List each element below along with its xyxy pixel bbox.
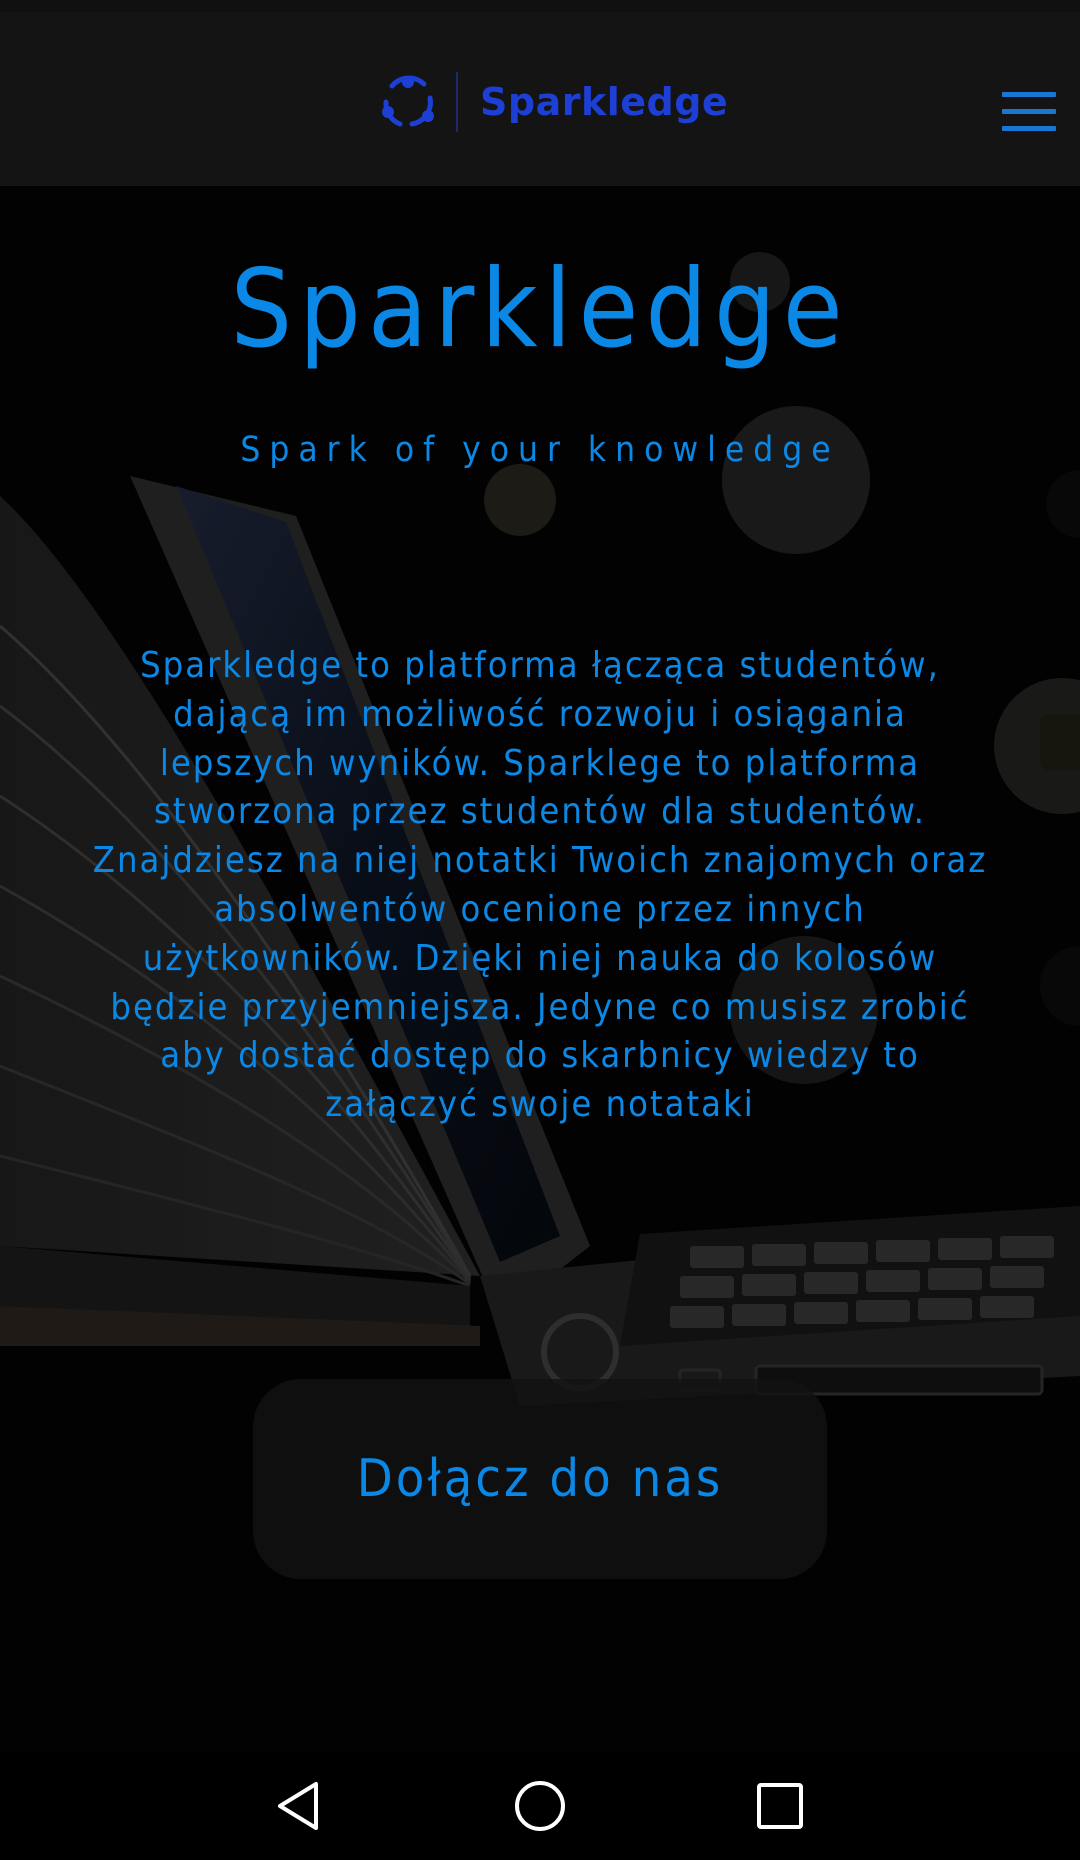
system-navigation-bar bbox=[0, 1752, 1080, 1860]
join-us-button[interactable]: Dołącz do nas bbox=[253, 1379, 827, 1579]
hero-section: Sparkledge Spark of your knowledge Spark… bbox=[0, 186, 1080, 1752]
sparkledge-logo-icon bbox=[382, 75, 434, 127]
join-us-label: Dołącz do nas bbox=[356, 1449, 724, 1509]
hero-description: Sparkledge to platforma łącząca studentó… bbox=[92, 645, 988, 1126]
hero-tagline: Spark of your knowledge bbox=[240, 430, 840, 470]
brand-logo-link[interactable]: Sparkledge bbox=[378, 68, 728, 136]
top-header: Sparkledge bbox=[0, 12, 1080, 186]
hero-title: Sparkledge bbox=[230, 247, 850, 372]
hamburger-menu-icon[interactable] bbox=[1002, 92, 1056, 132]
home-circle-icon[interactable] bbox=[510, 1776, 570, 1836]
brand-divider bbox=[456, 72, 458, 132]
recents-square-icon[interactable] bbox=[750, 1776, 810, 1836]
landing-page: Sparkledge Sparkledge Spark of your know… bbox=[0, 0, 1080, 1860]
status-bar bbox=[0, 0, 1080, 12]
back-triangle-icon[interactable] bbox=[272, 1776, 332, 1836]
brand-name: Sparkledge bbox=[480, 80, 729, 124]
